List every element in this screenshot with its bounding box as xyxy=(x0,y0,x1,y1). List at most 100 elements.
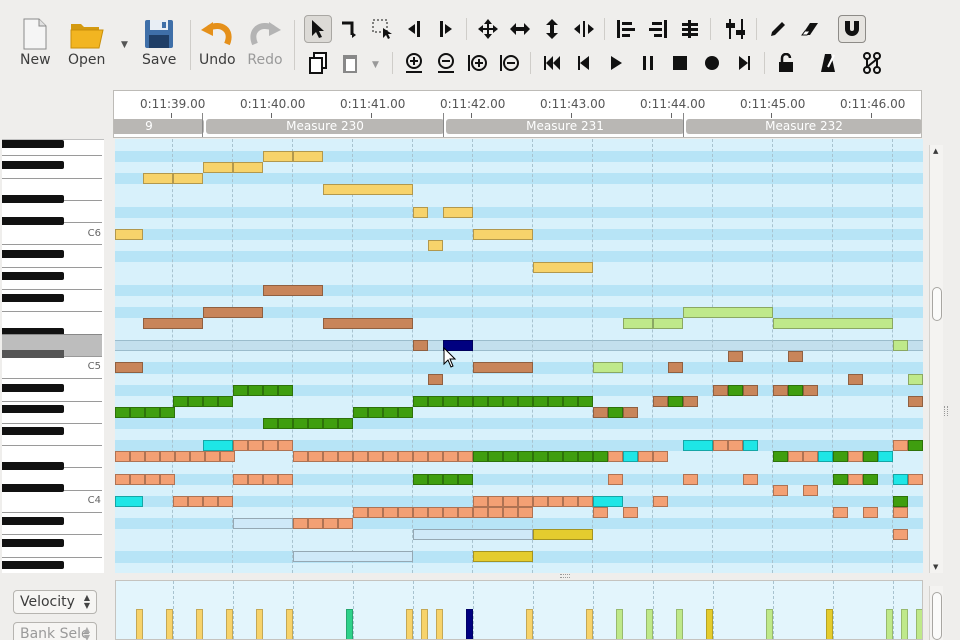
midi-note[interactable] xyxy=(188,495,203,507)
piano-black-key[interactable] xyxy=(2,517,64,525)
midi-note[interactable] xyxy=(833,506,848,518)
midi-note[interactable] xyxy=(458,395,473,407)
midi-note[interactable] xyxy=(788,451,803,463)
midi-note[interactable] xyxy=(323,451,338,463)
select-left-right-button[interactable] xyxy=(336,15,364,43)
velocity-bar[interactable] xyxy=(346,609,353,639)
midi-note[interactable] xyxy=(338,451,353,463)
midi-note[interactable] xyxy=(323,184,413,196)
open-button[interactable]: Open xyxy=(68,18,105,68)
midi-note[interactable] xyxy=(593,406,608,418)
midi-note[interactable] xyxy=(263,473,278,485)
velocity-scrollbar[interactable] xyxy=(929,586,943,640)
align-left-button[interactable] xyxy=(612,15,640,43)
midi-note[interactable] xyxy=(413,340,428,352)
midi-note[interactable] xyxy=(893,529,908,541)
midi-note[interactable] xyxy=(608,406,623,418)
select-left-button[interactable] xyxy=(400,15,428,43)
midi-note[interactable] xyxy=(443,451,458,463)
zoom-out-vertical-button[interactable] xyxy=(432,49,460,77)
piano-black-key[interactable] xyxy=(2,140,64,148)
midi-note[interactable] xyxy=(458,506,473,518)
midi-note[interactable] xyxy=(773,317,893,329)
midi-note[interactable] xyxy=(443,506,458,518)
velocity-bar[interactable] xyxy=(646,609,653,639)
midi-note[interactable] xyxy=(428,240,443,252)
midi-note[interactable] xyxy=(713,440,728,452)
vertical-scrollbar[interactable]: ▲ ▼ xyxy=(929,145,943,573)
select-right-button[interactable] xyxy=(432,15,460,43)
midi-note[interactable] xyxy=(398,506,413,518)
midi-note[interactable] xyxy=(743,473,758,485)
midi-note[interactable] xyxy=(353,451,368,463)
midi-note[interactable] xyxy=(548,495,563,507)
velocity-bar[interactable] xyxy=(466,609,473,639)
midi-note[interactable] xyxy=(653,395,668,407)
midi-note[interactable] xyxy=(443,395,458,407)
midi-note[interactable] xyxy=(428,395,443,407)
midi-note[interactable] xyxy=(788,351,803,363)
midi-note[interactable] xyxy=(263,384,278,396)
midi-note[interactable] xyxy=(488,451,503,463)
velocity-bar[interactable] xyxy=(286,609,293,639)
midi-note[interactable] xyxy=(413,506,428,518)
velocity-bar[interactable] xyxy=(706,609,713,639)
midi-note[interactable] xyxy=(773,384,788,396)
midi-note[interactable] xyxy=(668,362,683,374)
piano-black-key[interactable] xyxy=(2,195,64,203)
midi-note[interactable] xyxy=(443,206,473,218)
midi-note[interactable] xyxy=(623,451,638,463)
midi-note[interactable] xyxy=(115,495,143,507)
midi-note[interactable] xyxy=(413,206,428,218)
move-horizontal-button[interactable] xyxy=(506,15,534,43)
midi-note[interactable] xyxy=(338,418,353,429)
midi-note[interactable] xyxy=(653,451,668,463)
midi-note[interactable] xyxy=(473,495,488,507)
midi-note[interactable] xyxy=(278,418,293,429)
midi-note[interactable] xyxy=(533,262,593,274)
midi-note[interactable] xyxy=(608,451,623,463)
velocity-bar[interactable] xyxy=(226,609,233,639)
midi-note[interactable] xyxy=(233,384,248,396)
midi-note[interactable] xyxy=(188,395,203,407)
piano-keyboard[interactable]: C6 C5 C4 xyxy=(2,139,104,573)
piano-black-key[interactable] xyxy=(2,484,64,492)
midi-note[interactable] xyxy=(668,395,683,407)
midi-note[interactable] xyxy=(593,362,623,374)
midi-note[interactable] xyxy=(458,451,473,463)
piano-black-key[interactable] xyxy=(2,217,64,225)
midi-note[interactable] xyxy=(623,406,638,418)
midi-note[interactable] xyxy=(218,495,233,507)
move-vertical-button[interactable] xyxy=(538,15,566,43)
piano-black-key[interactable] xyxy=(2,561,64,569)
piano-black-key[interactable] xyxy=(2,427,64,435)
midi-note[interactable] xyxy=(263,440,278,452)
midi-note[interactable] xyxy=(263,418,278,429)
midi-note[interactable] xyxy=(848,473,863,485)
midi-note[interactable] xyxy=(518,451,533,463)
midi-note[interactable] xyxy=(115,451,130,463)
piano-black-key[interactable] xyxy=(2,539,64,547)
midi-note[interactable] xyxy=(683,395,698,407)
midi-note[interactable] xyxy=(503,395,518,407)
align-right-button[interactable] xyxy=(644,15,672,43)
piano-black-key[interactable] xyxy=(2,272,64,280)
velocity-bar[interactable] xyxy=(256,609,263,639)
midi-note[interactable] xyxy=(833,451,848,463)
midi-note[interactable] xyxy=(908,395,923,407)
ruler-measure-label[interactable]: Measure 232 xyxy=(686,119,921,134)
equalize-button[interactable] xyxy=(676,15,704,43)
midi-note[interactable] xyxy=(248,440,263,452)
midi-note[interactable] xyxy=(473,551,533,563)
midi-note[interactable] xyxy=(473,451,488,463)
midi-note[interactable] xyxy=(130,473,145,485)
midi-note[interactable] xyxy=(263,151,293,163)
midi-note[interactable] xyxy=(353,406,368,418)
midi-note[interactable] xyxy=(160,406,175,418)
piano-roll-grid[interactable] xyxy=(115,139,923,573)
zoom-in-horizontal-button[interactable] xyxy=(464,49,492,77)
midi-note[interactable] xyxy=(533,451,548,463)
velocity-bar[interactable] xyxy=(901,609,908,639)
midi-note[interactable] xyxy=(743,384,758,396)
midi-note[interactable] xyxy=(233,162,263,174)
